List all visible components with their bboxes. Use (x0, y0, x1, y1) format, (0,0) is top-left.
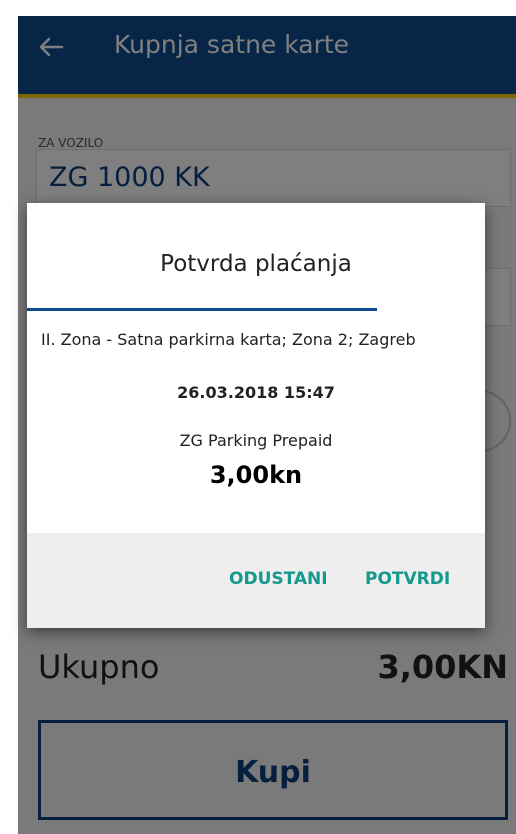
confirm-button[interactable]: POTVRDI (365, 569, 450, 589)
payment-provider: ZG Parking Prepaid (179, 431, 333, 450)
payment-amount: 3,00kn (209, 461, 303, 489)
dialog-title-underline (27, 308, 377, 311)
dialog-actions: ODUSTANI POTVRDI (27, 533, 485, 628)
cancel-button[interactable]: ODUSTANI (229, 569, 328, 589)
dialog-title: Potvrda plaćanja (160, 251, 352, 277)
ticket-datetime: 26.03.2018 15:47 (177, 383, 335, 402)
payment-confirm-dialog: Potvrda plaćanja II. Zona - Satna parkir… (27, 203, 485, 628)
ticket-description: II. Zona - Satna parkirna karta; Zona 2;… (41, 330, 416, 349)
